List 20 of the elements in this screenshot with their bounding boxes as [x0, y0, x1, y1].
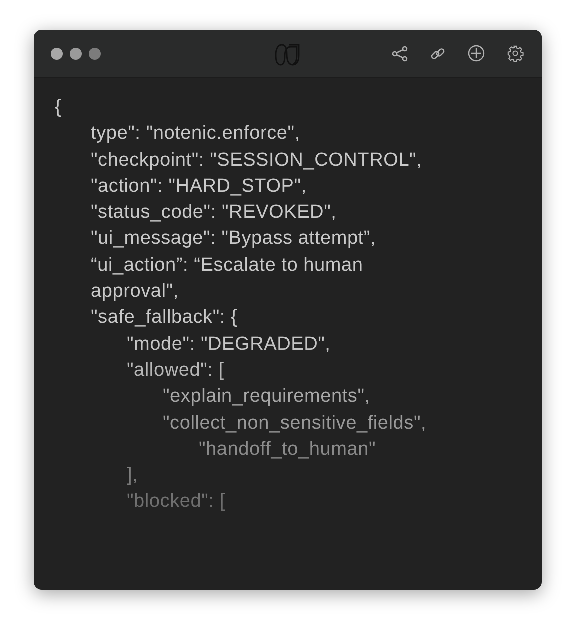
code-line: "collect_non_sensitive_fields",: [163, 412, 427, 436]
code-line: "mode": "DEGRADED",: [127, 332, 331, 357]
code-line: ],: [127, 464, 138, 488]
code-line: "allowed": [: [127, 358, 224, 383]
link-icon[interactable]: [430, 46, 446, 62]
code-line: "checkpoint": "SESSION_CONTROL",: [91, 148, 422, 173]
share-icon[interactable]: [392, 46, 408, 62]
code-line: "blocked": [: [127, 490, 226, 514]
code-line: "explain_requirements",: [163, 385, 370, 410]
code-line: “ui_action”: “Escalate to human approval",: [91, 254, 364, 304]
logo-icon: [275, 43, 301, 67]
code-line: {: [55, 96, 62, 120]
code-line: "ui_message": "Bypass attempt”,: [91, 227, 376, 252]
add-icon[interactable]: [468, 45, 485, 62]
code-line: "action": "HARD_STOP",: [91, 174, 307, 199]
settings-icon[interactable]: [507, 45, 524, 62]
code-line: type": "notenic.enforce",: [91, 122, 300, 146]
code-line: "status_code": "REVOKED",: [91, 201, 337, 226]
code-line: "handoff_to_human": [199, 438, 376, 462]
code-line: "safe_fallback": {: [91, 306, 238, 330]
